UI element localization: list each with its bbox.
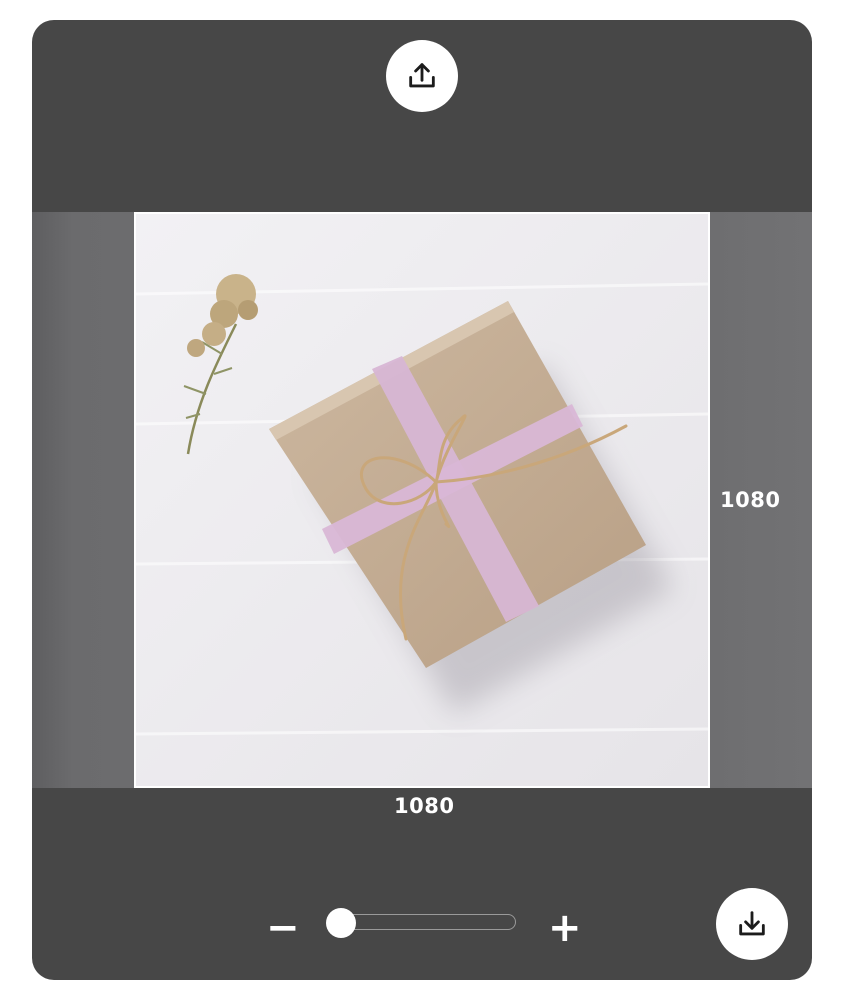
- zoom-in-button[interactable]: +: [548, 908, 582, 948]
- height-dimension-label: 1080: [720, 488, 781, 512]
- crop-overlay-left: [32, 212, 134, 788]
- zoom-slider-track[interactable]: [328, 914, 516, 930]
- image-stage: [32, 212, 812, 788]
- gift-box-photo: [136, 214, 708, 786]
- zoom-slider-thumb[interactable]: [326, 908, 356, 938]
- upload-icon: [409, 63, 435, 88]
- width-dimension-label: 1080: [394, 794, 455, 818]
- download-button[interactable]: [716, 888, 788, 960]
- crop-editor: 1080 1080 − +: [32, 20, 812, 980]
- download-icon: [739, 911, 765, 936]
- zoom-out-button[interactable]: −: [266, 908, 300, 948]
- upload-button[interactable]: [386, 40, 458, 112]
- crop-area[interactable]: [134, 212, 710, 788]
